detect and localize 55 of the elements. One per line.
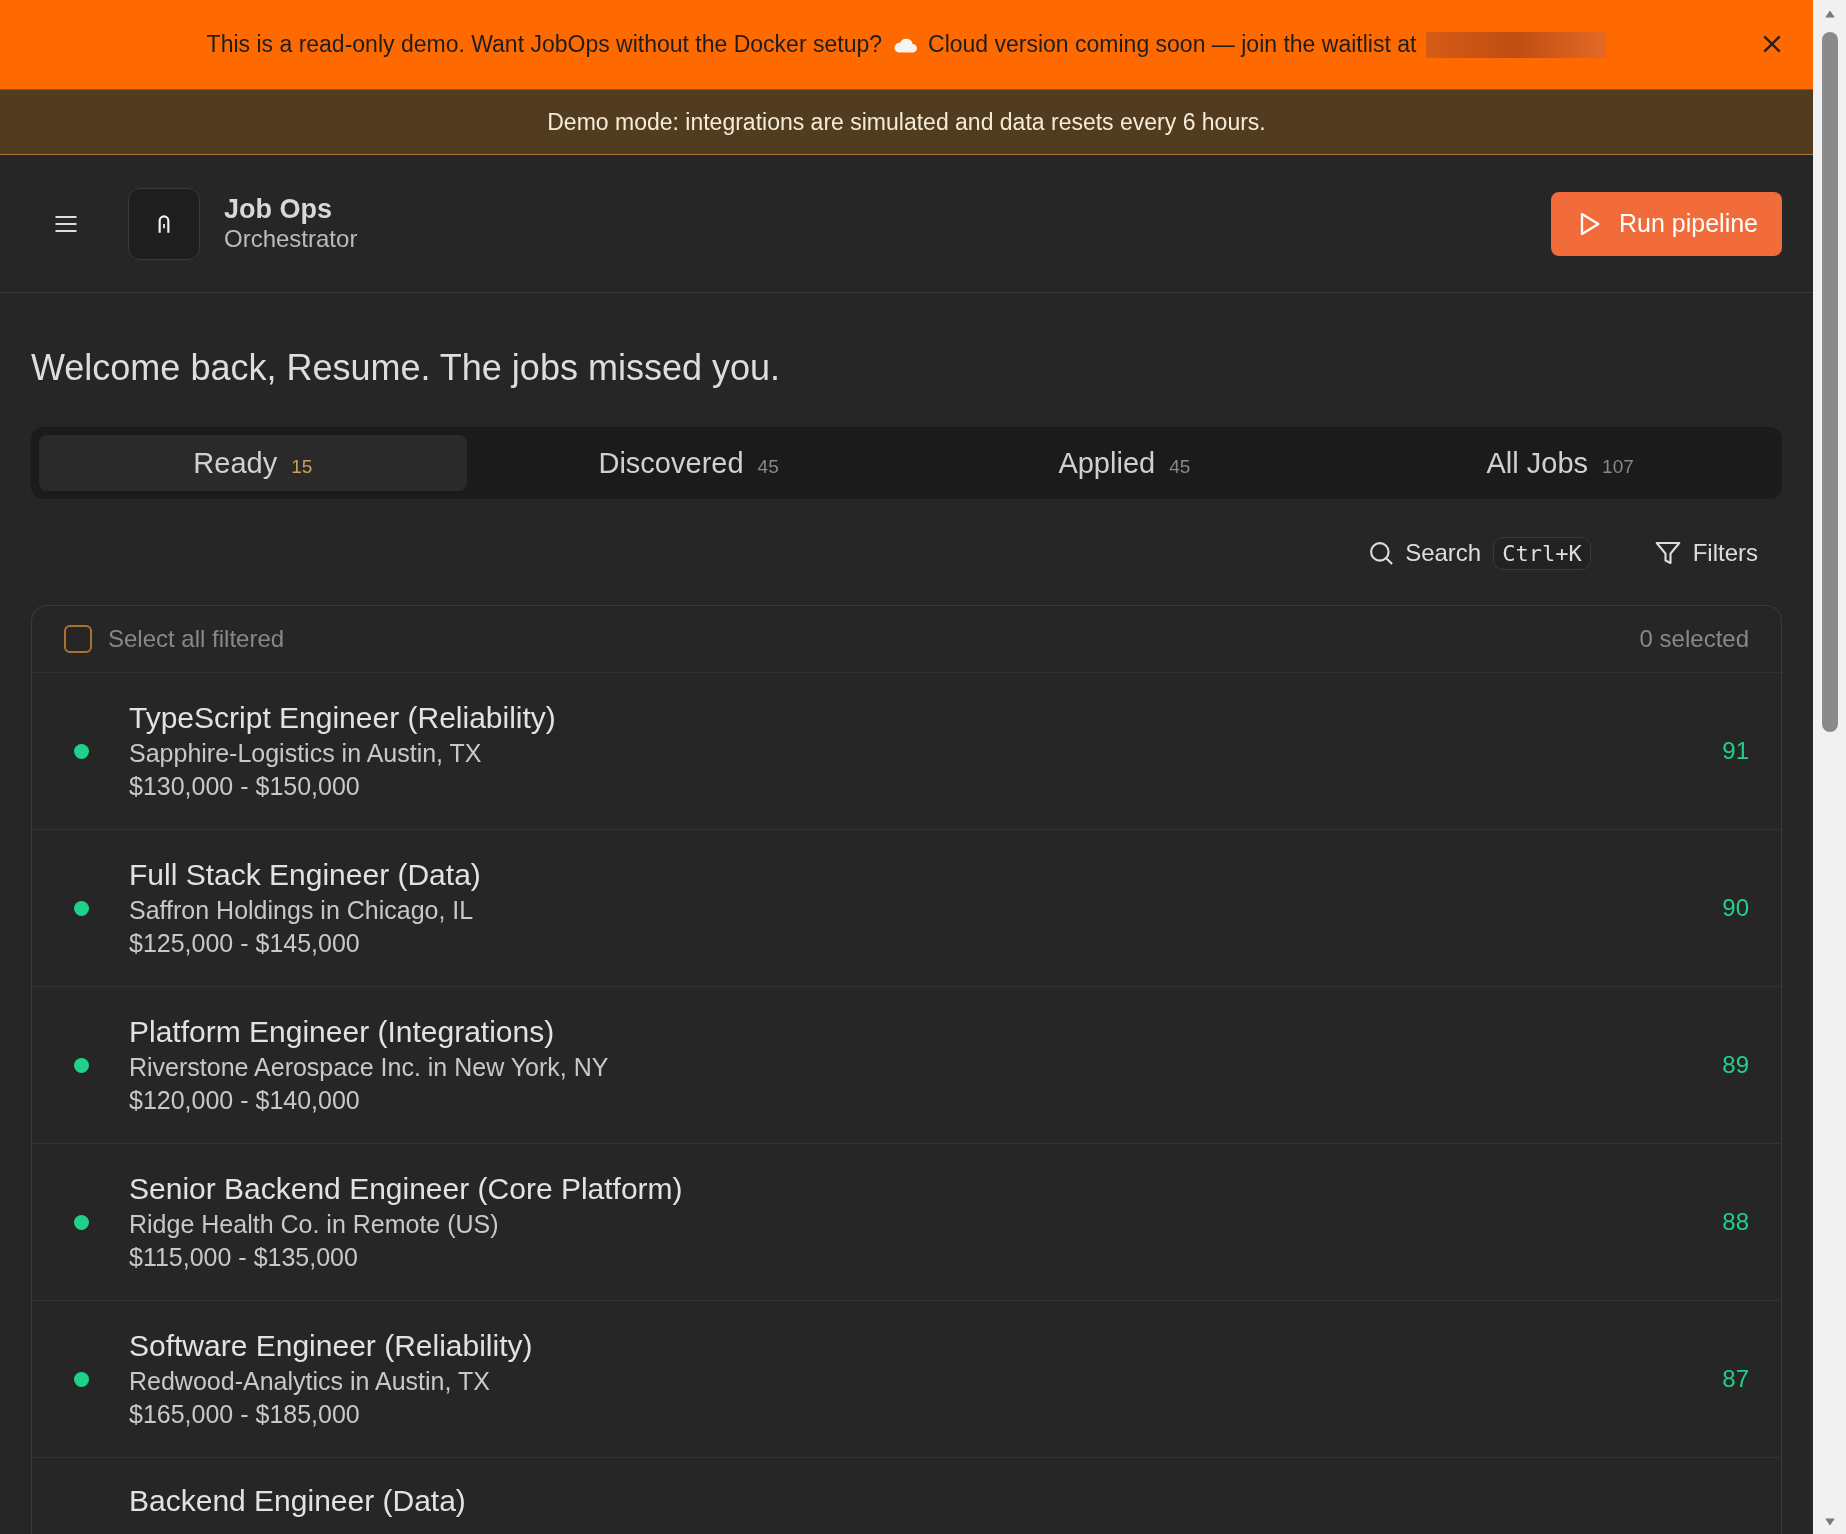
close-icon[interactable] <box>1761 33 1783 55</box>
job-title: Software Engineer (Reliability) <box>129 1329 534 1363</box>
scroll-thumb[interactable] <box>1821 32 1838 732</box>
select-all-checkbox[interactable] <box>64 625 92 653</box>
tab[interactable]: Ready 15 <box>39 435 467 491</box>
greeting: Welcome back, Resume. The jobs missed you. <box>31 347 781 389</box>
job-row[interactable]: Platform Engineer (Integrations) Riverstone Aerospace Inc. in New York, NY $120,000 - $140,000 89 <box>32 987 1781 1144</box>
search-button[interactable]: Search <box>1367 539 1482 567</box>
job-company: Sapphire-Logistics in Austin, TX <box>129 739 483 768</box>
job-score: 91 <box>1722 737 1749 765</box>
job-score: 90 <box>1722 894 1749 922</box>
app-subtitle: Orchestrator <box>224 225 359 253</box>
job-title: TypeScript Engineer (Reliability) <box>129 701 557 735</box>
status-dot <box>74 1214 89 1230</box>
search-icon <box>1367 539 1396 567</box>
job-company: Riverstone Aerospace Inc. in New York, NY <box>129 1053 610 1082</box>
tab[interactable]: All Jobs 107 <box>1346 435 1774 491</box>
job-company: Saffron Holdings in Chicago, IL <box>129 896 475 925</box>
job-row[interactable]: TypeScript Engineer (Reliability) Sapphire-Logistics in Austin, TX $130,000 - $150,000 91 <box>32 673 1781 830</box>
job-company: Ridge Health Co. in Remote (US) <box>129 1210 500 1239</box>
job-row[interactable]: Backend Engineer (Data) <box>32 1458 1781 1534</box>
job-title: Senior Backend Engineer (Core Platform) <box>129 1172 684 1206</box>
selected-count: 0 selected <box>1639 625 1749 653</box>
job-salary: $120,000 - $140,000 <box>129 1086 361 1115</box>
shortcut-hint: Ctrl+K <box>1493 536 1591 570</box>
scroll-up-icon[interactable] <box>1822 8 1837 20</box>
job-salary: $125,000 - $145,000 <box>129 929 361 958</box>
status-dot <box>74 900 89 916</box>
logo-icon <box>128 187 200 260</box>
status-dot <box>74 1371 89 1387</box>
job-salary: $165,000 - $185,000 <box>129 1400 361 1429</box>
status-dot <box>74 1057 89 1073</box>
app-title: Job Ops <box>224 194 333 225</box>
tab[interactable]: Applied 45 <box>910 435 1339 491</box>
job-row[interactable]: Full Stack Engineer (Data) Saffron Holdings in Chicago, IL $125,000 - $145,000 90 <box>32 830 1781 987</box>
job-score: 88 <box>1722 1208 1749 1236</box>
job-row[interactable]: Software Engineer (Reliability) Redwood-Analytics in Austin, TX $165,000 - $185,000 87 <box>32 1301 1781 1458</box>
tab[interactable]: Discovered 45 <box>474 435 903 491</box>
demo-notice-text: Demo mode: integrations are simulated and data resets every 6 hours. <box>547 108 1266 136</box>
select-all-label: Select all filtered <box>108 625 286 653</box>
promo-text: Cloud version coming soon — join the waitlist at <box>928 31 1417 58</box>
job-score: 89 <box>1722 1051 1749 1079</box>
job-title: Backend Engineer (Data) <box>129 1484 467 1518</box>
scrollbar[interactable] <box>1813 0 1846 1534</box>
status-dot <box>74 743 89 759</box>
job-company: Redwood-Analytics in Austin, TX <box>129 1367 491 1396</box>
job-title: Platform Engineer (Integrations) <box>129 1015 556 1049</box>
job-salary: $130,000 - $150,000 <box>129 772 361 801</box>
filters-button[interactable]: Filters <box>1652 538 1758 568</box>
job-score: 87 <box>1722 1365 1749 1393</box>
job-salary: $115,000 - $135,000 <box>129 1243 359 1272</box>
job-title: Full Stack Engineer (Data) <box>129 858 482 892</box>
promo-text: This is a read-only demo. Want JobOps without the Docker setup? <box>206 31 883 58</box>
job-row[interactable]: Senior Backend Engineer (Core Platform) Ridge Health Co. in Remote (US) $115,000 - $135,000 88 <box>32 1144 1781 1301</box>
scroll-down-icon[interactable] <box>1822 1516 1837 1528</box>
